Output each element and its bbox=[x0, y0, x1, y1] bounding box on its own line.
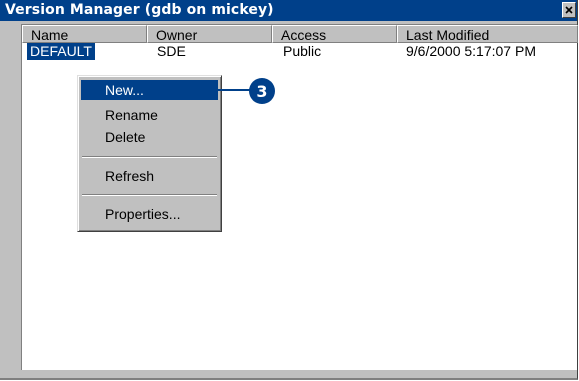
row-name-cell[interactable]: DEFAULT bbox=[27, 43, 95, 60]
version-manager-window: Version Manager (gdb on mickey) Name Own… bbox=[0, 0, 578, 380]
column-header-row: Name Owner Access Last Modified bbox=[22, 25, 578, 43]
column-header-last-modified[interactable]: Last Modified bbox=[397, 25, 578, 43]
menu-separator bbox=[82, 156, 217, 158]
column-header-owner[interactable]: Owner bbox=[147, 25, 272, 43]
step-callout-badge: 3 bbox=[249, 78, 275, 104]
menu-separator bbox=[82, 194, 217, 196]
close-button[interactable] bbox=[562, 2, 576, 18]
menu-item-delete[interactable]: Delete bbox=[81, 127, 218, 147]
close-icon bbox=[565, 6, 573, 14]
menu-item-properties[interactable]: Properties... bbox=[81, 204, 218, 224]
context-menu: New... Rename Delete Refresh Properties.… bbox=[77, 75, 222, 232]
row-owner-cell: SDE bbox=[157, 43, 186, 59]
row-modified-cell: 9/6/2000 5:17:07 PM bbox=[406, 43, 536, 59]
menu-item-refresh[interactable]: Refresh bbox=[81, 166, 218, 186]
column-header-name[interactable]: Name bbox=[22, 25, 147, 43]
column-header-access[interactable]: Access bbox=[272, 25, 397, 43]
window-title: Version Manager (gdb on mickey) bbox=[5, 2, 274, 18]
title-bar[interactable]: Version Manager (gdb on mickey) bbox=[0, 0, 577, 21]
menu-item-rename[interactable]: Rename bbox=[81, 105, 218, 125]
table-row[interactable]: DEFAULT SDE Public 9/6/2000 5:17:07 PM bbox=[22, 43, 577, 60]
row-access-cell: Public bbox=[283, 43, 322, 59]
